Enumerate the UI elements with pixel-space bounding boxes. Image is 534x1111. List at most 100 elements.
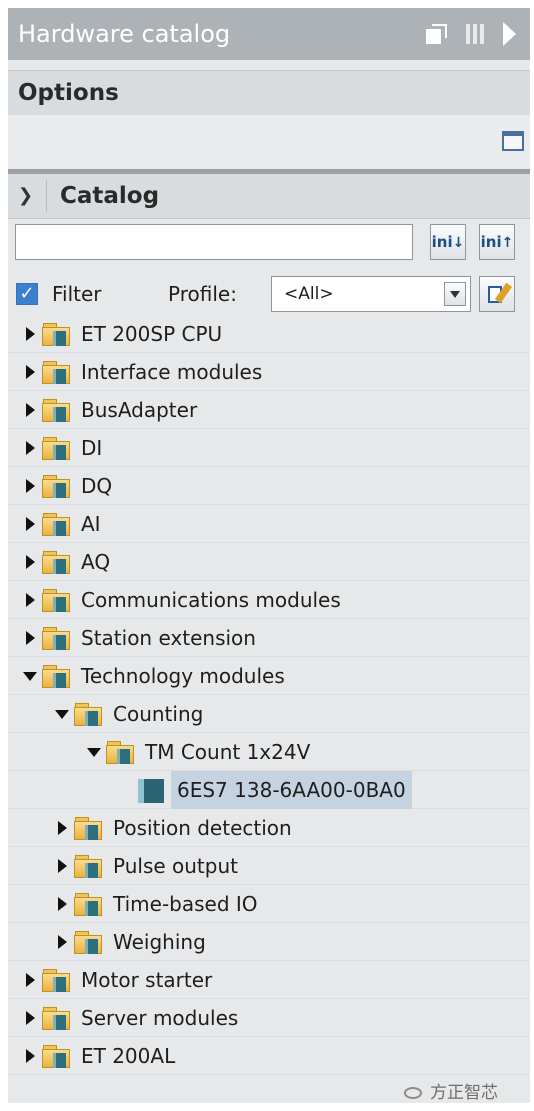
- catalog-search-input[interactable]: [15, 224, 413, 260]
- tree-item-label: TM Count 1x24V: [145, 740, 311, 764]
- tree-item-label: ET 200SP CPU: [81, 322, 223, 346]
- collapsed-arrow-icon[interactable]: [26, 631, 35, 645]
- collapsed-arrow-icon[interactable]: [26, 593, 35, 607]
- watermark-text: 方正智芯: [430, 1083, 498, 1103]
- collapsed-arrow-icon[interactable]: [58, 897, 67, 911]
- folder-icon: [42, 437, 72, 461]
- profile-value: <All>: [284, 284, 334, 304]
- tree-item-label: DQ: [81, 474, 113, 498]
- collapsed-arrow-icon[interactable]: [26, 327, 35, 341]
- tree-item-label: DI: [81, 436, 103, 460]
- wechat-icon: [404, 1087, 422, 1099]
- tree-item-label: Communications modules: [81, 588, 341, 612]
- tree-item[interactable]: Communications modules: [8, 581, 530, 619]
- profile-label: Profile:: [168, 282, 237, 306]
- tree-item[interactable]: Weighing: [8, 923, 530, 961]
- folder-icon: [42, 323, 72, 347]
- options-header[interactable]: Options: [8, 70, 530, 116]
- filter-label: Filter: [52, 282, 102, 306]
- tree-item[interactable]: TM Count 1x24V: [8, 733, 530, 771]
- folder-icon: [42, 361, 72, 385]
- expanded-arrow-icon[interactable]: [55, 710, 69, 719]
- tree-item[interactable]: Counting: [8, 695, 530, 733]
- tree-item[interactable]: DQ: [8, 467, 530, 505]
- tree-item[interactable]: BusAdapter: [8, 391, 530, 429]
- expanded-arrow-icon[interactable]: [87, 748, 101, 757]
- collapsed-arrow-icon[interactable]: [26, 555, 35, 569]
- collapsed-arrow-icon[interactable]: [58, 935, 67, 949]
- search-down-icon: ini: [431, 233, 453, 251]
- tree-item-label: Weighing: [113, 930, 206, 954]
- options-body: [8, 115, 530, 167]
- tree-item[interactable]: DI: [8, 429, 530, 467]
- tree-item[interactable]: Server modules: [8, 999, 530, 1037]
- watermark: 方正智芯: [404, 1078, 498, 1103]
- folder-icon: [74, 817, 104, 841]
- tree-item-label: Interface modules: [81, 360, 263, 384]
- tree-item-label: AQ: [81, 550, 111, 574]
- module-icon: [138, 779, 164, 803]
- edit-profile-button[interactable]: [479, 276, 515, 312]
- folder-icon: [42, 399, 72, 423]
- collapse-panel-icon[interactable]: [503, 22, 516, 46]
- folder-icon: [42, 969, 72, 993]
- collapsed-arrow-icon[interactable]: [58, 859, 67, 873]
- options-label: Options: [18, 80, 119, 106]
- folder-icon: [42, 551, 72, 575]
- tree-item[interactable]: ET 200AL: [8, 1037, 530, 1075]
- tree-item-label: Counting: [113, 702, 204, 726]
- folder-icon: [74, 893, 104, 917]
- folder-icon: [74, 931, 104, 955]
- chevron-down-icon[interactable]: ❯: [18, 174, 33, 218]
- search-up-icon: ini: [480, 233, 502, 251]
- tree-item[interactable]: AI: [8, 505, 530, 543]
- collapsed-arrow-icon[interactable]: [26, 365, 35, 379]
- tree-item[interactable]: 6ES7 138-6AA00-0BA0: [8, 771, 530, 809]
- float-window-icon[interactable]: [426, 24, 448, 44]
- tree-item-label: Motor starter: [81, 968, 213, 992]
- collapsed-arrow-icon[interactable]: [26, 517, 35, 531]
- dropdown-arrow-icon[interactable]: [444, 282, 466, 306]
- tree-item[interactable]: Position detection: [8, 809, 530, 847]
- collapsed-arrow-icon[interactable]: [26, 1011, 35, 1025]
- folder-icon: [42, 475, 72, 499]
- folder-icon: [42, 1007, 72, 1031]
- window-icon[interactable]: [502, 131, 524, 151]
- tree-item[interactable]: Station extension: [8, 619, 530, 657]
- folder-icon: [42, 513, 72, 537]
- catalog-header[interactable]: ❯ Catalog: [8, 174, 530, 219]
- profile-select[interactable]: <All>: [271, 276, 471, 312]
- tree-item[interactable]: Pulse output: [8, 847, 530, 885]
- hardware-catalog-panel: Hardware catalog Options ❯ Catalog ini↓ …: [8, 8, 530, 1103]
- collapsed-arrow-icon[interactable]: [58, 821, 67, 835]
- tree-item[interactable]: Motor starter: [8, 961, 530, 999]
- collapsed-arrow-icon[interactable]: [26, 403, 35, 417]
- tree-item[interactable]: Time-based IO: [8, 885, 530, 923]
- tree-item[interactable]: AQ: [8, 543, 530, 581]
- tree-item[interactable]: Interface modules: [8, 353, 530, 391]
- collapsed-arrow-icon[interactable]: [26, 1049, 35, 1063]
- tree-item-label: 6ES7 138-6AA00-0BA0: [171, 771, 412, 809]
- tree-item[interactable]: ET 200SP CPU: [8, 315, 530, 353]
- header-divider: [46, 180, 47, 212]
- folder-icon: [74, 703, 104, 727]
- tree-item-label: Server modules: [81, 1006, 239, 1030]
- collapsed-arrow-icon[interactable]: [26, 441, 35, 455]
- folder-icon: [42, 627, 72, 651]
- search-down-button[interactable]: ini↓: [430, 224, 466, 260]
- search-up-button[interactable]: ini↑: [479, 224, 515, 260]
- collapsed-arrow-icon[interactable]: [26, 479, 35, 493]
- panel-titlebar: Hardware catalog: [8, 8, 530, 60]
- filter-row: ✓ Filter Profile: <All>: [8, 276, 530, 312]
- filter-checkbox[interactable]: ✓: [16, 283, 38, 305]
- folder-icon: [42, 1045, 72, 1069]
- panel-title: Hardware catalog: [18, 20, 231, 48]
- tree-item[interactable]: Technology modules: [8, 657, 530, 695]
- expanded-arrow-icon[interactable]: [23, 672, 37, 681]
- tree-item-label: BusAdapter: [81, 398, 198, 422]
- folder-icon: [42, 589, 72, 613]
- split-view-icon[interactable]: [464, 24, 486, 44]
- collapsed-arrow-icon[interactable]: [26, 973, 35, 987]
- folder-icon: [42, 665, 72, 689]
- tree-item-label: Station extension: [81, 626, 256, 650]
